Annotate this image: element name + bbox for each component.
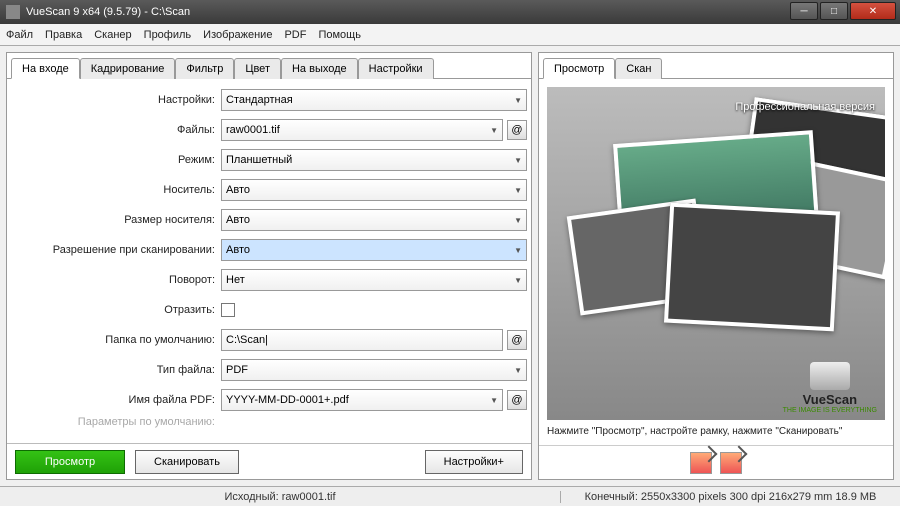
folder-field[interactable]: [226, 334, 498, 346]
left-tabs: На входе Кадрирование Фильтр Цвет На вых…: [7, 53, 531, 79]
label-media: Носитель:: [11, 184, 221, 196]
combo-pdfname[interactable]: YYYY-MM-DD-0001+.pdf▼: [221, 389, 503, 411]
menubar: Файл Правка Сканер Профиль Изображение P…: [0, 24, 900, 46]
label-folder: Папка по умолчанию:: [11, 334, 221, 346]
thumb-toolbar: [539, 445, 893, 479]
chevron-down-icon: ▼: [514, 96, 522, 105]
tab-filter[interactable]: Фильтр: [175, 58, 234, 79]
combo-rotate[interactable]: Нет▼: [221, 269, 527, 291]
preview-hint: Нажмите "Просмотр", настройте рамку, наж…: [547, 426, 885, 437]
combo-settings[interactable]: Стандартная▼: [221, 89, 527, 111]
brand-tagline: THE IMAGE IS EVERYTHING: [783, 407, 877, 414]
maximize-button[interactable]: □: [820, 2, 848, 20]
label-files: Файлы:: [11, 124, 221, 136]
rotate-right-icon[interactable]: [720, 452, 742, 474]
combo-filetype[interactable]: PDF▼: [221, 359, 527, 381]
window-controls: ─ □ ✕: [788, 2, 896, 22]
left-pane: На входе Кадрирование Фильтр Цвет На вых…: [6, 52, 532, 480]
menu-scanner[interactable]: Сканер: [94, 29, 131, 41]
tab-input[interactable]: На входе: [11, 58, 80, 79]
status-target: Конечный: 2550x3300 pixels 300 dpi 216x2…: [560, 491, 900, 503]
chevron-down-icon: ▼: [514, 366, 522, 375]
rotate-left-icon[interactable]: [690, 452, 712, 474]
chevron-down-icon: ▼: [514, 246, 522, 255]
pdfname-at-button[interactable]: @: [507, 390, 527, 410]
label-resolution: Разрешение при сканировании:: [11, 244, 221, 256]
files-at-button[interactable]: @: [507, 120, 527, 140]
label-defaults: Параметры по умолчанию:: [11, 416, 221, 428]
chevron-down-icon: ▼: [514, 276, 522, 285]
status-source: Исходный: raw0001.tif: [0, 491, 560, 503]
menu-file[interactable]: Файл: [6, 29, 33, 41]
checkbox-mirror[interactable]: [221, 303, 235, 317]
statusbar: Исходный: raw0001.tif Конечный: 2550x330…: [0, 486, 900, 506]
button-bar: Просмотр Сканировать Настройки+: [7, 443, 531, 479]
menu-image[interactable]: Изображение: [203, 29, 272, 41]
menu-edit[interactable]: Правка: [45, 29, 82, 41]
label-mediasize: Размер носителя:: [11, 214, 221, 226]
label-pdfname: Имя файла PDF:: [11, 394, 221, 406]
right-pane: Просмотр Скан Профессиональная версия Vu…: [538, 52, 894, 480]
tab-preview[interactable]: Просмотр: [543, 58, 615, 79]
combo-files[interactable]: raw0001.tif▼: [221, 119, 503, 141]
chevron-down-icon: ▼: [514, 186, 522, 195]
input-form: Настройки: Стандартная▼ Файлы: raw0001.t…: [7, 79, 531, 443]
professional-version-label: Профессиональная версия: [735, 101, 875, 113]
menu-help[interactable]: Помощь: [318, 29, 361, 41]
tab-crop[interactable]: Кадрирование: [80, 58, 176, 79]
tab-prefs[interactable]: Настройки: [358, 58, 434, 79]
chevron-down-icon: ▼: [490, 126, 498, 135]
label-mirror: Отразить:: [11, 304, 221, 316]
tab-output[interactable]: На выходе: [281, 58, 358, 79]
window-title: VueScan 9 x64 (9.5.79) - C:\Scan: [26, 6, 788, 18]
sample-photo: [664, 203, 840, 332]
scan-button[interactable]: Сканировать: [135, 450, 239, 474]
brand-text: VueScan: [783, 392, 877, 407]
label-settings: Настройки:: [11, 94, 221, 106]
folder-at-button[interactable]: @: [507, 330, 527, 350]
menu-pdf[interactable]: PDF: [284, 29, 306, 41]
combo-mode[interactable]: Планшетный▼: [221, 149, 527, 171]
app-icon: [6, 5, 20, 19]
menu-profile[interactable]: Профиль: [144, 29, 192, 41]
content-area: На входе Кадрирование Фильтр Цвет На вых…: [0, 46, 900, 486]
vuescan-logo: VueScan THE IMAGE IS EVERYTHING: [783, 362, 877, 414]
chevron-down-icon: ▼: [514, 156, 522, 165]
combo-resolution[interactable]: Авто▼: [221, 239, 527, 261]
app-window: VueScan 9 x64 (9.5.79) - C:\Scan ─ □ ✕ Ф…: [0, 0, 900, 506]
settings-button[interactable]: Настройки+: [425, 450, 523, 474]
tab-color[interactable]: Цвет: [234, 58, 281, 79]
label-mode: Режим:: [11, 154, 221, 166]
combo-media[interactable]: Авто▼: [221, 179, 527, 201]
right-tabs: Просмотр Скан: [539, 53, 893, 79]
scanner-icon: [810, 362, 850, 390]
combo-mediasize[interactable]: Авто▼: [221, 209, 527, 231]
preview-image[interactable]: Профессиональная версия VueScan THE IMAG…: [547, 87, 885, 420]
preview-area: Профессиональная версия VueScan THE IMAG…: [539, 79, 893, 445]
minimize-button[interactable]: ─: [790, 2, 818, 20]
label-rotate: Поворот:: [11, 274, 221, 286]
titlebar[interactable]: VueScan 9 x64 (9.5.79) - C:\Scan ─ □ ✕: [0, 0, 900, 24]
chevron-down-icon: ▼: [490, 396, 498, 405]
chevron-down-icon: ▼: [514, 216, 522, 225]
close-button[interactable]: ✕: [850, 2, 896, 20]
label-filetype: Тип файла:: [11, 364, 221, 376]
input-folder[interactable]: [221, 329, 503, 351]
preview-button[interactable]: Просмотр: [15, 450, 125, 474]
tab-scan[interactable]: Скан: [615, 58, 662, 79]
